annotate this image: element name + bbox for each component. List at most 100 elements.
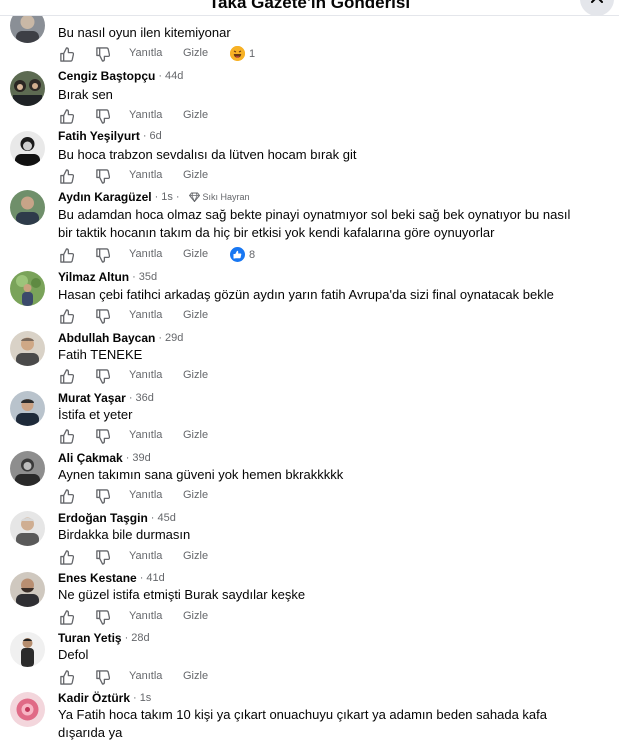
author-name[interactable]: Erdoğan Taşgin — [58, 511, 148, 525]
comment-time[interactable]: 35d — [139, 271, 157, 283]
reply-button[interactable]: Yanıtla — [129, 169, 162, 181]
avatar[interactable] — [10, 692, 45, 727]
like-reaction-icon — [230, 247, 245, 262]
avatar[interactable] — [10, 190, 45, 225]
thumbs-down-icon[interactable] — [94, 308, 110, 324]
avatar[interactable] — [10, 511, 45, 546]
thumbs-down-icon[interactable] — [94, 549, 110, 565]
comment-time[interactable]: 41d — [146, 572, 164, 584]
avatar[interactable] — [10, 71, 45, 106]
comment-text: Bırak sen — [58, 87, 113, 102]
comment-time[interactable]: 29d — [165, 332, 183, 344]
comment: Enes Kestane · 41d Ne güzel istifa etmiş… — [0, 570, 619, 630]
thumbs-up-icon[interactable] — [58, 428, 74, 444]
comment-time[interactable]: 1s — [140, 692, 152, 704]
author-name[interactable]: Abdullah Baycan — [58, 331, 155, 345]
avatar[interactable] — [10, 572, 45, 607]
reply-button[interactable]: Yanıtla — [129, 610, 162, 622]
comment-text: Hasan çebi fatihci arkadaş gözün aydın y… — [58, 287, 554, 302]
close-button[interactable] — [580, 0, 614, 15]
comment-time[interactable]: 36d — [136, 392, 154, 404]
comment-time[interactable]: 45d — [157, 512, 175, 524]
comment-time[interactable]: 6d — [149, 130, 161, 142]
reaction-summary[interactable]: 8 — [230, 247, 255, 262]
thumbs-up-icon[interactable] — [58, 46, 74, 62]
author-name[interactable]: Fatih Yeşilyurt — [58, 129, 140, 143]
reply-button[interactable]: Yanıtla — [129, 429, 162, 441]
thumbs-down-icon[interactable] — [94, 46, 110, 62]
comment: Yilmaz Altun · 35d Hasan çebi fatihci ar… — [0, 269, 619, 329]
haha-emoji-icon — [230, 46, 245, 61]
avatar[interactable] — [10, 331, 45, 366]
hide-button[interactable]: Gizle — [183, 248, 208, 260]
thumbs-down-icon[interactable] — [94, 609, 110, 625]
fan-badge[interactable]: Sıkı Hayran — [203, 192, 250, 202]
author-name[interactable]: Murat Yaşar — [58, 391, 126, 405]
thumbs-up-icon[interactable] — [58, 247, 74, 263]
reply-button[interactable]: Yanıtla — [129, 550, 162, 562]
thumbs-up-icon[interactable] — [58, 549, 74, 565]
comment: Aydın Karagüzel · 1s · Sıkı Hayran Bu ad… — [0, 189, 619, 267]
comment-meta: Ali Çakmak · 39d — [58, 451, 151, 465]
reply-button[interactable]: Yanıtla — [129, 109, 162, 121]
avatar[interactable] — [10, 391, 45, 426]
hide-button[interactable]: Gizle — [183, 169, 208, 181]
thumbs-down-icon[interactable] — [94, 368, 110, 384]
hide-button[interactable]: Gizle — [183, 670, 208, 682]
thumbs-down-icon[interactable] — [94, 428, 110, 444]
reply-button[interactable]: Yanıtla — [129, 47, 162, 59]
author-name[interactable]: Turan Yetiş — [58, 631, 122, 645]
reply-button[interactable]: Yanıtla — [129, 369, 162, 381]
comment-meta: Erdoğan Taşgin · 45d — [58, 511, 176, 525]
hide-button[interactable]: Gizle — [183, 309, 208, 321]
comment-text: Aynen takımın sana güveni yok hemen bkra… — [58, 467, 344, 482]
author-name[interactable]: Aydın Karagüzel — [58, 190, 152, 204]
author-name[interactable]: Cengiz Baştopçu — [58, 69, 155, 83]
thumbs-up-icon[interactable] — [58, 368, 74, 384]
avatar[interactable] — [10, 632, 45, 667]
comment-time[interactable]: 39d — [132, 452, 150, 464]
author-name[interactable]: Ali Çakmak — [58, 451, 123, 465]
reply-button[interactable]: Yanıtla — [129, 670, 162, 682]
avatar[interactable] — [10, 131, 45, 166]
comment-time[interactable]: 44d — [165, 70, 183, 82]
author-name[interactable]: Enes Kestane — [58, 571, 137, 585]
hide-button[interactable]: Gizle — [183, 489, 208, 501]
thumbs-up-icon[interactable] — [58, 609, 74, 625]
hide-button[interactable]: Gizle — [183, 610, 208, 622]
comment-meta: Enes Kestane · 41d — [58, 571, 165, 585]
comment: Erdoğan Taşgin · 45d Birdakka bile durma… — [0, 510, 619, 570]
hide-button[interactable]: Gizle — [183, 429, 208, 441]
thumbs-up-icon[interactable] — [58, 108, 74, 124]
comment-text-line: dışarıda ya — [58, 725, 123, 740]
thumbs-up-icon[interactable] — [58, 168, 74, 184]
thumbs-up-icon[interactable] — [58, 488, 74, 504]
hide-button[interactable]: Gizle — [183, 109, 208, 121]
reaction-summary[interactable]: 1 — [230, 46, 255, 61]
page-title: Taka Gazete'in Gönderisi — [208, 0, 411, 12]
thumbs-down-icon[interactable] — [94, 669, 110, 685]
comment-meta: Fatih Yeşilyurt · 6d — [58, 129, 162, 143]
comment-meta: Turan Yetiş · 28d — [58, 631, 150, 645]
avatar[interactable] — [10, 271, 45, 306]
thumbs-down-icon[interactable] — [94, 488, 110, 504]
comment-meta: Cengiz Baştopçu · 44d — [58, 69, 184, 83]
thumbs-down-icon[interactable] — [94, 168, 110, 184]
thumbs-up-icon[interactable] — [58, 669, 74, 685]
reply-button[interactable]: Yanıtla — [129, 248, 162, 260]
hide-button[interactable]: Gizle — [183, 47, 208, 59]
comment-time[interactable]: 1s — [161, 191, 173, 203]
hide-button[interactable]: Gizle — [183, 369, 208, 381]
author-name[interactable]: Yilmaz Altun — [58, 270, 129, 284]
author-name[interactable]: Kadir Öztürk — [58, 691, 130, 705]
reply-button[interactable]: Yanıtla — [129, 309, 162, 321]
thumbs-down-icon[interactable] — [94, 247, 110, 263]
comment-time[interactable]: 28d — [131, 632, 149, 644]
comment-text-line: Bu adamdan hoca olmaz sağ bekte pinayi o… — [58, 207, 571, 222]
reply-button[interactable]: Yanıtla — [129, 489, 162, 501]
comment-text: Defol — [58, 647, 89, 662]
hide-button[interactable]: Gizle — [183, 550, 208, 562]
thumbs-up-icon[interactable] — [58, 308, 74, 324]
avatar[interactable] — [10, 451, 45, 486]
thumbs-down-icon[interactable] — [94, 108, 110, 124]
